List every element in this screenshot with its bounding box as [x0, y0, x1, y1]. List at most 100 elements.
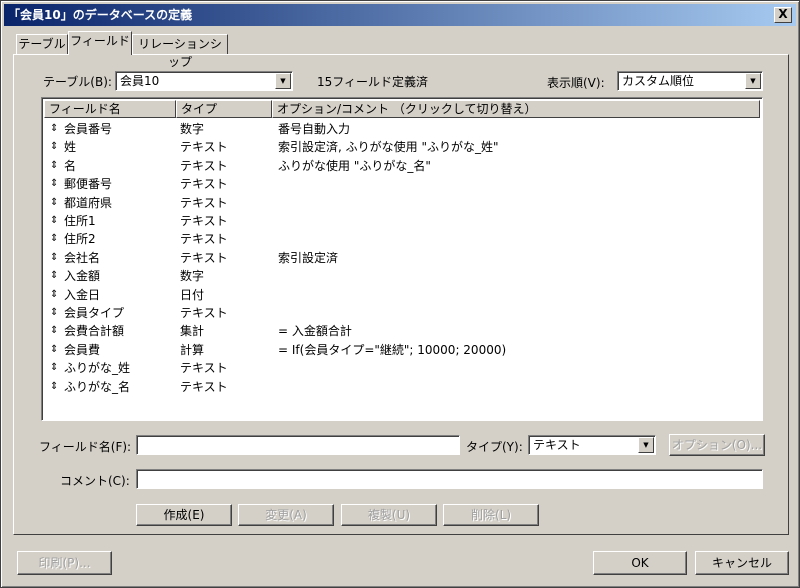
field-name-cell: 入金日 [64, 287, 101, 302]
field-row[interactable]: ⇕ 会費合計額 集計 = 入金額合計 [44, 322, 760, 340]
title-bar: 「会員10」のデータベースの定義 X [4, 4, 796, 26]
drag-handle-icon[interactable]: ⇕ [50, 341, 58, 359]
drag-handle-icon[interactable]: ⇕ [50, 249, 58, 267]
define-database-dialog: 「会員10」のデータベースの定義 X テーブル フィールド リレーションシップ … [0, 0, 800, 588]
drag-handle-icon[interactable]: ⇕ [50, 138, 58, 156]
field-name-cell: 郵便番号 [64, 177, 113, 192]
field-option-cell: ふりがな使用 "ふりがな_名" [278, 158, 431, 173]
window-title: 「会員10」のデータベースの定義 [8, 8, 193, 22]
sort-order-dropdown-icon[interactable]: ▼ [745, 73, 761, 89]
field-row[interactable]: ⇕ 会社名 テキスト 索引設定済 [44, 249, 760, 267]
duplicate-button[interactable]: 複製(U) [341, 504, 437, 526]
field-row[interactable]: ⇕ 住所1 テキスト [44, 212, 760, 230]
field-name-cell: 会員費 [64, 342, 101, 357]
field-name-cell: 名 [64, 158, 77, 173]
field-row[interactable]: ⇕ 郵便番号 テキスト [44, 175, 760, 193]
drag-handle-icon[interactable]: ⇕ [50, 304, 58, 322]
drag-handle-icon[interactable]: ⇕ [50, 359, 58, 377]
field-list[interactable]: フィールド名 タイプ オプション/コメント （クリックして切り替え） ⇕ 会員番号… [41, 97, 763, 421]
field-row[interactable]: ⇕ 会員タイプ テキスト [44, 304, 760, 322]
field-type-cell: テキスト [180, 361, 228, 376]
drag-handle-icon[interactable]: ⇕ [50, 267, 58, 285]
cancel-button[interactable]: キャンセル [695, 551, 789, 575]
field-type-cell: テキスト [180, 158, 228, 173]
drag-handle-icon[interactable]: ⇕ [50, 157, 58, 175]
change-button[interactable]: 変更(A) [238, 504, 334, 526]
field-name-input[interactable] [136, 435, 460, 455]
ok-button[interactable]: OK [593, 551, 687, 575]
drag-handle-icon[interactable]: ⇕ [50, 230, 58, 248]
drag-handle-icon[interactable]: ⇕ [50, 286, 58, 304]
field-type-cell: 数字 [180, 269, 205, 284]
field-row[interactable]: ⇕ 入金額 数字 [44, 267, 760, 285]
field-option-cell: 索引設定済 [278, 250, 339, 265]
field-type-cell: 集計 [180, 324, 205, 339]
field-type-cell: テキスト [180, 250, 228, 265]
field-name-label: フィールド名(F): [39, 440, 132, 454]
field-name-cell: 住所1 [64, 214, 96, 228]
drag-handle-icon[interactable]: ⇕ [50, 194, 58, 212]
field-list-header: フィールド名 タイプ オプション/コメント （クリックして切り替え） [44, 100, 760, 118]
field-type-cell: テキスト [180, 195, 228, 210]
column-header-field-name[interactable]: フィールド名 [44, 100, 176, 118]
field-type-cell: テキスト [180, 177, 228, 192]
type-label: タイプ(Y): [466, 440, 523, 454]
print-button[interactable]: 印刷(P)... [17, 551, 112, 575]
field-option-cell: 索引設定済, ふりがな使用 "ふりがな_姓" [278, 140, 499, 155]
tab-relationships[interactable]: リレーションシップ [132, 34, 228, 69]
delete-button[interactable]: 削除(L) [443, 504, 539, 526]
field-name-cell: 都道府県 [64, 195, 113, 210]
table-select-value: 会員10 [120, 74, 160, 88]
field-type-cell: テキスト [180, 140, 228, 155]
drag-handle-icon[interactable]: ⇕ [50, 322, 58, 340]
field-name-cell: 会員タイプ [64, 306, 125, 320]
field-row[interactable]: ⇕ ふりがな_名 テキスト [44, 378, 760, 396]
field-row[interactable]: ⇕ 姓 テキスト 索引設定済, ふりがな使用 "ふりがな_姓" [44, 138, 760, 156]
field-type-cell: テキスト [180, 306, 228, 320]
field-type-cell: 計算 [180, 342, 205, 357]
defined-field-count: 15フィールド定義済 [317, 75, 429, 89]
field-name-cell: 会費合計額 [64, 324, 125, 339]
close-button[interactable]: X [774, 7, 792, 23]
type-select-dropdown-icon[interactable]: ▼ [638, 437, 654, 453]
field-row[interactable]: ⇕ 会員費 計算 = If(会員タイプ="継続"; 10000; 20000) [44, 341, 760, 359]
options-button[interactable]: オプション(O)... [669, 434, 765, 456]
drag-handle-icon[interactable]: ⇕ [50, 212, 58, 230]
field-name-cell: 会員番号 [64, 122, 113, 136]
sort-order-select[interactable]: カスタム順位 ▼ [617, 71, 763, 91]
field-name-cell: 住所2 [64, 232, 96, 247]
tab-fields[interactable]: フィールド [68, 31, 132, 55]
field-row[interactable]: ⇕ 都道府県 テキスト [44, 194, 760, 212]
field-name-cell: ふりがな_姓 [64, 361, 131, 376]
field-name-cell: 入金額 [64, 269, 101, 284]
type-select-value: テキスト [533, 438, 581, 452]
sort-order-value: カスタム順位 [622, 74, 695, 88]
field-row[interactable]: ⇕ 名 テキスト ふりがな使用 "ふりがな_名" [44, 157, 760, 175]
field-row[interactable]: ⇕ 住所2 テキスト [44, 230, 760, 248]
tab-table[interactable]: テーブル [16, 34, 68, 54]
field-row[interactable]: ⇕ ふりがな_姓 テキスト [44, 359, 760, 377]
table-select-dropdown-icon[interactable]: ▼ [275, 73, 291, 89]
table-select-label: テーブル(B): [43, 75, 112, 89]
column-header-options[interactable]: オプション/コメント （クリックして切り替え） [272, 100, 760, 118]
field-row[interactable]: ⇕ 入金日 日付 [44, 286, 760, 304]
sort-order-label: 表示順(V): [547, 76, 605, 90]
field-type-cell: テキスト [180, 214, 228, 228]
drag-handle-icon[interactable]: ⇕ [50, 175, 58, 193]
comment-input[interactable] [136, 469, 763, 489]
table-select[interactable]: 会員10 ▼ [115, 71, 293, 91]
column-header-type[interactable]: タイプ [176, 100, 272, 118]
field-name-cell: 姓 [64, 140, 77, 155]
field-type-cell: 数字 [180, 122, 205, 136]
create-button[interactable]: 作成(E) [136, 504, 232, 526]
field-option-cell: = If(会員タイプ="継続"; 10000; 20000) [278, 342, 507, 357]
field-option-cell: = 入金額合計 [278, 324, 352, 339]
drag-handle-icon[interactable]: ⇕ [50, 378, 58, 396]
field-option-cell: 番号自動入力 [278, 122, 351, 136]
field-type-cell: 日付 [180, 287, 205, 302]
drag-handle-icon[interactable]: ⇕ [50, 120, 58, 138]
type-select[interactable]: テキスト ▼ [528, 435, 656, 455]
comment-label: コメント(C): [60, 474, 130, 488]
field-row[interactable]: ⇕ 会員番号 数字 番号自動入力 [44, 120, 760, 138]
field-type-cell: テキスト [180, 232, 228, 247]
